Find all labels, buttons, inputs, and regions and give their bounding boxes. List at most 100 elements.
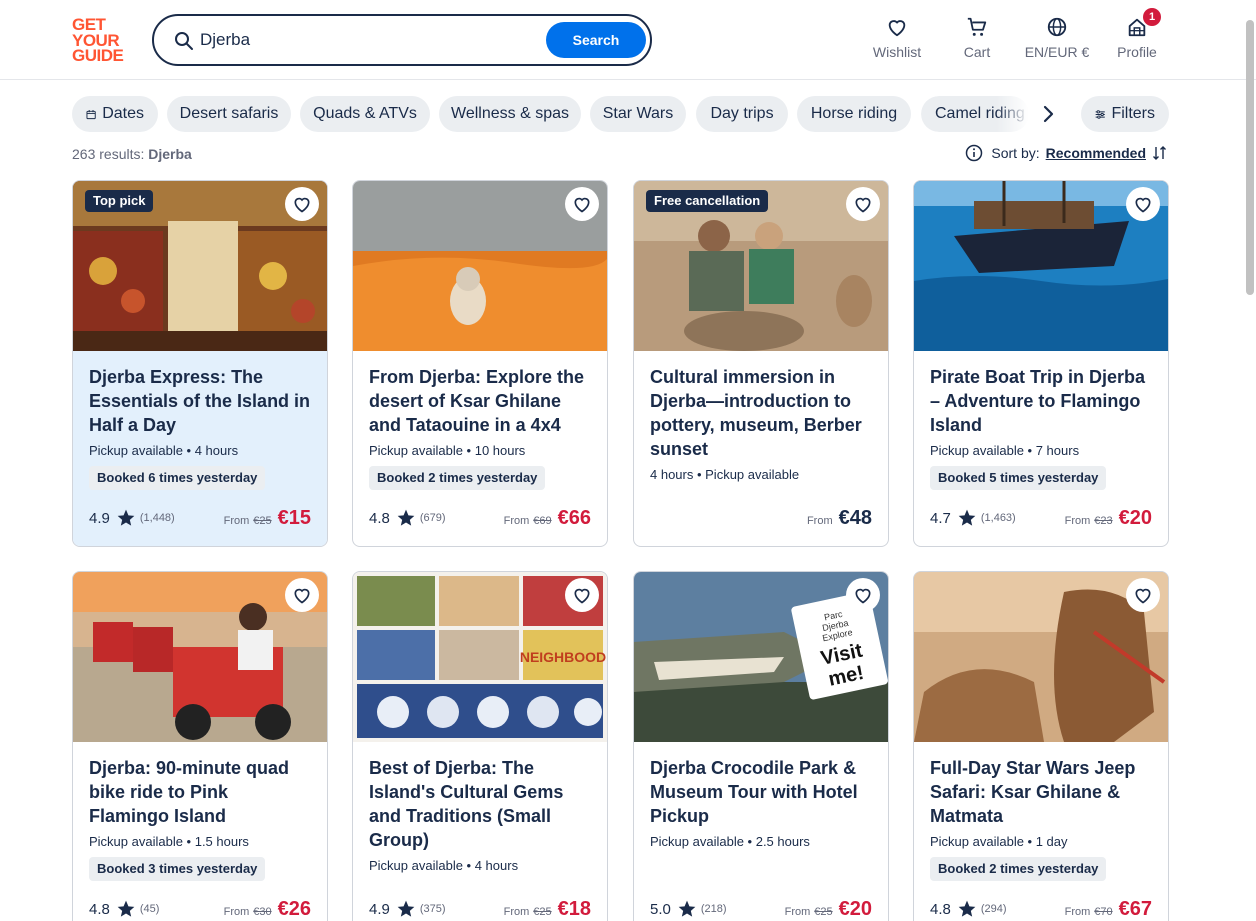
results-count: 263 results: Djerba bbox=[72, 146, 192, 162]
chip-horse-riding[interactable]: Horse riding bbox=[797, 96, 911, 132]
activity-card[interactable]: Full-Day Star Wars Jeep Safari: Ksar Ghi… bbox=[913, 571, 1169, 921]
language-currency-label: EN/EUR € bbox=[1024, 44, 1090, 60]
search-input[interactable] bbox=[200, 28, 540, 52]
chip-camel-riding[interactable]: Camel riding bbox=[921, 96, 1029, 132]
getyourguide-logo[interactable]: GET YOUR GUIDE bbox=[72, 15, 130, 65]
wishlist-toggle[interactable] bbox=[565, 578, 599, 612]
scrollbar-thumb[interactable] bbox=[1246, 20, 1254, 295]
cart-label: Cart bbox=[963, 44, 991, 60]
filter-chip-bar: Dates Desert safaris Quads & ATVs Wellne… bbox=[72, 96, 1172, 132]
rating: 4.8 (45) bbox=[89, 899, 159, 919]
card-title[interactable]: Cultural immersion in Djerba—introductio… bbox=[650, 365, 872, 461]
price: From €30 €26 bbox=[224, 898, 311, 921]
wishlist-toggle[interactable] bbox=[1126, 187, 1160, 221]
wishlist-toggle[interactable] bbox=[1126, 578, 1160, 612]
info-icon[interactable] bbox=[965, 144, 983, 162]
filters-button[interactable]: Filters bbox=[1081, 96, 1169, 132]
wishlist-toggle[interactable] bbox=[565, 187, 599, 221]
calendar-icon bbox=[86, 109, 96, 119]
card-title[interactable]: Djerba: 90-minute quad bike ride to Pink… bbox=[89, 756, 311, 828]
review-count: (679) bbox=[419, 512, 446, 524]
cart-nav[interactable]: Cart bbox=[937, 16, 1017, 66]
rating: 4.9 (1,448) bbox=[89, 508, 175, 528]
current-price: €66 bbox=[557, 507, 591, 529]
review-count: (375) bbox=[419, 903, 446, 915]
chip-quads-atvs[interactable]: Quads & ATVs bbox=[300, 96, 430, 132]
price: From €69 €66 bbox=[504, 507, 591, 530]
rating: 4.8 (679) bbox=[369, 508, 446, 528]
search-button[interactable]: Search bbox=[546, 22, 646, 58]
chip-label: Quads & ATVs bbox=[313, 105, 417, 122]
card-title[interactable]: From Djerba: Explore the desert of Ksar … bbox=[369, 365, 591, 437]
heart-icon bbox=[1135, 197, 1151, 213]
star-icon bbox=[958, 509, 976, 526]
wishlist-toggle[interactable] bbox=[285, 578, 319, 612]
heart-icon bbox=[574, 197, 590, 213]
sort-label: Sort by: bbox=[991, 145, 1040, 161]
card-title[interactable]: Djerba Express: The Essentials of the Is… bbox=[89, 365, 311, 437]
review-count: (45) bbox=[139, 903, 160, 915]
price: From €70 €67 bbox=[1065, 898, 1152, 921]
activity-card[interactable]: NEIGHBOOD Best of Djerba: The Island's C… bbox=[352, 571, 608, 921]
review-count: (1,463) bbox=[980, 512, 1016, 524]
chevron-right-icon[interactable] bbox=[1036, 102, 1060, 126]
activity-card[interactable]: Free cancellation Cultural immersion in … bbox=[633, 180, 889, 547]
sort-control[interactable]: Sort by: Recommended bbox=[965, 144, 1168, 162]
card-meta: Pickup available • 1 day bbox=[930, 834, 1068, 849]
activity-card[interactable]: Top pick Djerba Express: The Essentials … bbox=[72, 180, 328, 547]
results-query: Djerba bbox=[148, 146, 192, 162]
sort-value[interactable]: Recommended bbox=[1046, 145, 1146, 161]
booked-badge: Booked 5 times yesterday bbox=[930, 466, 1107, 490]
chip-day-trips[interactable]: Day trips bbox=[696, 96, 788, 132]
activity-card[interactable]: From Djerba: Explore the desert of Ksar … bbox=[352, 180, 608, 547]
price: From €25 €20 bbox=[785, 898, 872, 921]
review-count: (1,448) bbox=[139, 512, 175, 524]
wishlist-toggle[interactable] bbox=[846, 578, 880, 612]
booked-badge: Booked 2 times yesterday bbox=[369, 466, 546, 490]
card-title[interactable]: Best of Djerba: The Island's Cultural Ge… bbox=[369, 756, 591, 852]
card-title[interactable]: Djerba Crocodile Park & Museum Tour with… bbox=[650, 756, 872, 828]
search-icon bbox=[175, 32, 193, 50]
language-currency-nav[interactable]: EN/EUR € bbox=[1017, 16, 1097, 66]
old-price: €70 bbox=[1094, 906, 1113, 918]
chip-desert-safaris[interactable]: Desert safaris bbox=[167, 96, 291, 132]
card-title[interactable]: Pirate Boat Trip in Djerba – Adventure t… bbox=[930, 365, 1152, 437]
wishlist-toggle[interactable] bbox=[846, 187, 880, 221]
logo-line-1: GET bbox=[72, 15, 106, 34]
wishlist-nav[interactable]: Wishlist bbox=[857, 16, 937, 66]
chip-star-wars[interactable]: Star Wars bbox=[590, 96, 686, 132]
activity-card[interactable]: Djerba: 90-minute quad bike ride to Pink… bbox=[72, 571, 328, 921]
old-price: €25 bbox=[533, 906, 552, 918]
price-from: From bbox=[806, 515, 833, 527]
rating-value: 4.8 bbox=[930, 900, 951, 918]
chip-dates-label: Dates bbox=[102, 105, 144, 122]
review-count: (218) bbox=[700, 903, 727, 915]
wishlist-toggle[interactable] bbox=[285, 187, 319, 221]
chip-label: Day trips bbox=[710, 105, 774, 122]
price-from: From bbox=[1064, 515, 1091, 527]
chip-label: Camel riding bbox=[935, 105, 1025, 122]
star-icon bbox=[397, 509, 415, 526]
chip-dates[interactable]: Dates bbox=[72, 96, 158, 132]
old-price: €25 bbox=[253, 515, 272, 527]
review-count: (294) bbox=[980, 903, 1007, 915]
heart-icon bbox=[294, 588, 310, 604]
chip-wellness-spas[interactable]: Wellness & spas bbox=[439, 96, 581, 132]
activity-card[interactable]: Parc Djerba Explore Visit me! Djerba Cro… bbox=[633, 571, 889, 921]
card-title[interactable]: Full-Day Star Wars Jeep Safari: Ksar Ghi… bbox=[930, 756, 1152, 828]
rating-value: 5.0 bbox=[650, 900, 671, 918]
price-from: From bbox=[223, 515, 250, 527]
card-meta: Pickup available • 4 hours bbox=[369, 858, 519, 873]
heart-icon bbox=[1135, 588, 1151, 604]
activity-card[interactable]: Pirate Boat Trip in Djerba – Adventure t… bbox=[913, 180, 1169, 547]
card-body: Djerba: 90-minute quad bike ride to Pink… bbox=[73, 742, 327, 921]
booked-badge: Booked 3 times yesterday bbox=[89, 857, 266, 881]
profile-nav[interactable]: 1 Profile bbox=[1097, 8, 1177, 66]
profile-label: Profile bbox=[1117, 44, 1157, 60]
card-body: Best of Djerba: The Island's Cultural Ge… bbox=[353, 742, 607, 921]
cart-icon bbox=[967, 17, 987, 36]
logo-line-3: GUIDE bbox=[72, 46, 124, 65]
top-pick-badge: Top pick bbox=[85, 190, 154, 212]
current-price: €20 bbox=[1118, 507, 1152, 529]
chip-label: Horse riding bbox=[810, 105, 898, 122]
